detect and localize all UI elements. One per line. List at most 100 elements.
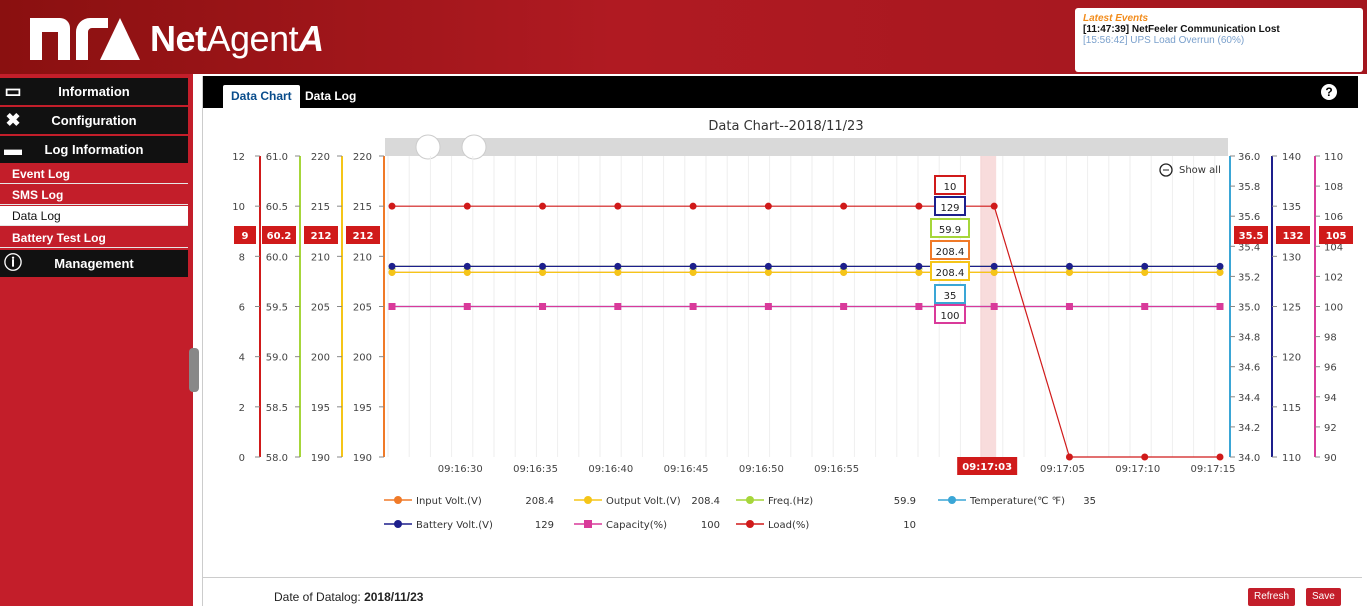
axis-tick-label: 34.0 (1238, 453, 1260, 464)
data-point (388, 202, 396, 210)
show-all-button: Show all (1179, 165, 1221, 176)
axis-tick-label: 8 (239, 252, 245, 263)
legend-marker (394, 496, 402, 504)
legend-marker (584, 496, 592, 504)
legend-marker (394, 520, 402, 528)
legend-label: Capacity(%) (606, 520, 667, 531)
axis-tick-label: 35.2 (1238, 272, 1260, 283)
data-point (764, 268, 772, 276)
data-point (990, 262, 998, 270)
data-point (463, 262, 471, 270)
axis-tick-label: 36.0 (1238, 152, 1260, 163)
data-point (614, 202, 622, 210)
x-tick-label: 09:16:30 (438, 464, 483, 475)
date-of-datalog: Date of Datalog: 2018/11/23 (274, 590, 423, 604)
axis-tick-label: 106 (1324, 212, 1343, 223)
data-chart[interactable]: Data Chart--2018/11/23Show all0246810129… (0, 0, 1367, 606)
axis-marker-label: 35.5 (1239, 231, 1264, 242)
axis-tick-label: 58.0 (266, 453, 288, 464)
axis-tick-label: 2 (239, 403, 245, 414)
x-tick-label: 09:16:50 (739, 464, 784, 475)
axis-tick-label: 4 (239, 353, 245, 364)
axis-tick-label: 59.5 (266, 303, 288, 314)
tooltip-value: 208.4 (936, 247, 965, 258)
axis-tick-label: 34.4 (1238, 393, 1260, 404)
data-point (1065, 262, 1073, 270)
data-point (840, 268, 848, 276)
axis-marker-label: 9 (242, 231, 249, 242)
data-point (689, 303, 697, 310)
legend-value: 59.9 (894, 496, 916, 507)
axis-tick-label: 0 (239, 453, 245, 464)
tooltip-value: 129 (940, 203, 959, 214)
data-point (614, 303, 622, 310)
axis-tick-label: 12 (232, 152, 245, 163)
legend-label: Output Volt.(V) (606, 496, 681, 507)
data-point (915, 262, 923, 270)
data-point (1065, 453, 1073, 461)
data-point (840, 303, 848, 310)
data-point (463, 202, 471, 210)
axis-tick-label: 110 (1324, 152, 1343, 163)
axis-tick-label: 205 (311, 303, 330, 314)
axis-tick-label: 94 (1324, 393, 1337, 404)
legend-value: 129 (535, 520, 554, 531)
axis-tick-label: 60.0 (266, 252, 288, 263)
axis-tick-label: 35.6 (1238, 212, 1260, 223)
tooltip-value: 59.9 (939, 225, 961, 236)
save-button[interactable]: Save (1306, 588, 1341, 606)
legend-marker (746, 496, 754, 504)
axis-tick-label: 115 (1282, 403, 1301, 414)
legend-value: 10 (903, 520, 916, 531)
data-point (1141, 268, 1149, 276)
divider (202, 577, 1362, 578)
x-tick-label: 09:17:10 (1115, 464, 1160, 475)
data-point (539, 262, 547, 270)
x-tick-label: 09:16:35 (513, 464, 558, 475)
axis-tick-label: 90 (1324, 453, 1337, 464)
axis-tick-label: 35.8 (1238, 182, 1260, 193)
axis-marker-label: 132 (1283, 231, 1304, 242)
legend-marker (948, 496, 956, 504)
data-point (1065, 268, 1073, 276)
x-tick-label: 09:16:55 (814, 464, 859, 475)
legend-label: Input Volt.(V) (416, 496, 482, 507)
axis-tick-label: 100 (1324, 303, 1343, 314)
axis-tick-label: 140 (1282, 152, 1301, 163)
data-point (539, 268, 547, 276)
axis-tick-label: 195 (353, 403, 372, 414)
data-point (539, 202, 547, 210)
data-point (915, 202, 923, 210)
axis-tick-label: 130 (1282, 252, 1301, 263)
data-point (1141, 453, 1149, 461)
axis-tick-label: 96 (1324, 363, 1337, 374)
x-tick-label: 09:17:05 (1040, 464, 1085, 475)
axis-tick-label: 60.5 (266, 202, 288, 213)
data-point (463, 268, 471, 276)
data-point (689, 262, 697, 270)
data-point (915, 268, 923, 276)
data-point (840, 262, 848, 270)
axis-tick-label: 205 (353, 303, 372, 314)
data-point (1216, 453, 1224, 461)
data-point (388, 268, 396, 276)
axis-tick-label: 190 (311, 453, 330, 464)
axis-marker-label: 212 (353, 231, 374, 242)
data-point (990, 268, 998, 276)
data-point (1065, 303, 1073, 310)
data-point (614, 268, 622, 276)
refresh-button[interactable]: Refresh (1248, 588, 1296, 606)
legend-label: Temperature(℃ ℉) (969, 496, 1065, 507)
data-point (1216, 262, 1224, 270)
data-point (915, 303, 923, 310)
legend-value: 35 (1083, 496, 1096, 507)
data-point (840, 202, 848, 210)
legend-label: Load(%) (768, 520, 809, 531)
tooltip-value: 35 (944, 291, 957, 302)
data-point (764, 303, 772, 310)
axis-tick-label: 61.0 (266, 152, 288, 163)
axis-tick-label: 34.6 (1238, 363, 1260, 374)
axis-tick-label: 6 (239, 303, 245, 314)
axis-tick-label: 200 (311, 353, 330, 364)
legend-marker (746, 520, 754, 528)
